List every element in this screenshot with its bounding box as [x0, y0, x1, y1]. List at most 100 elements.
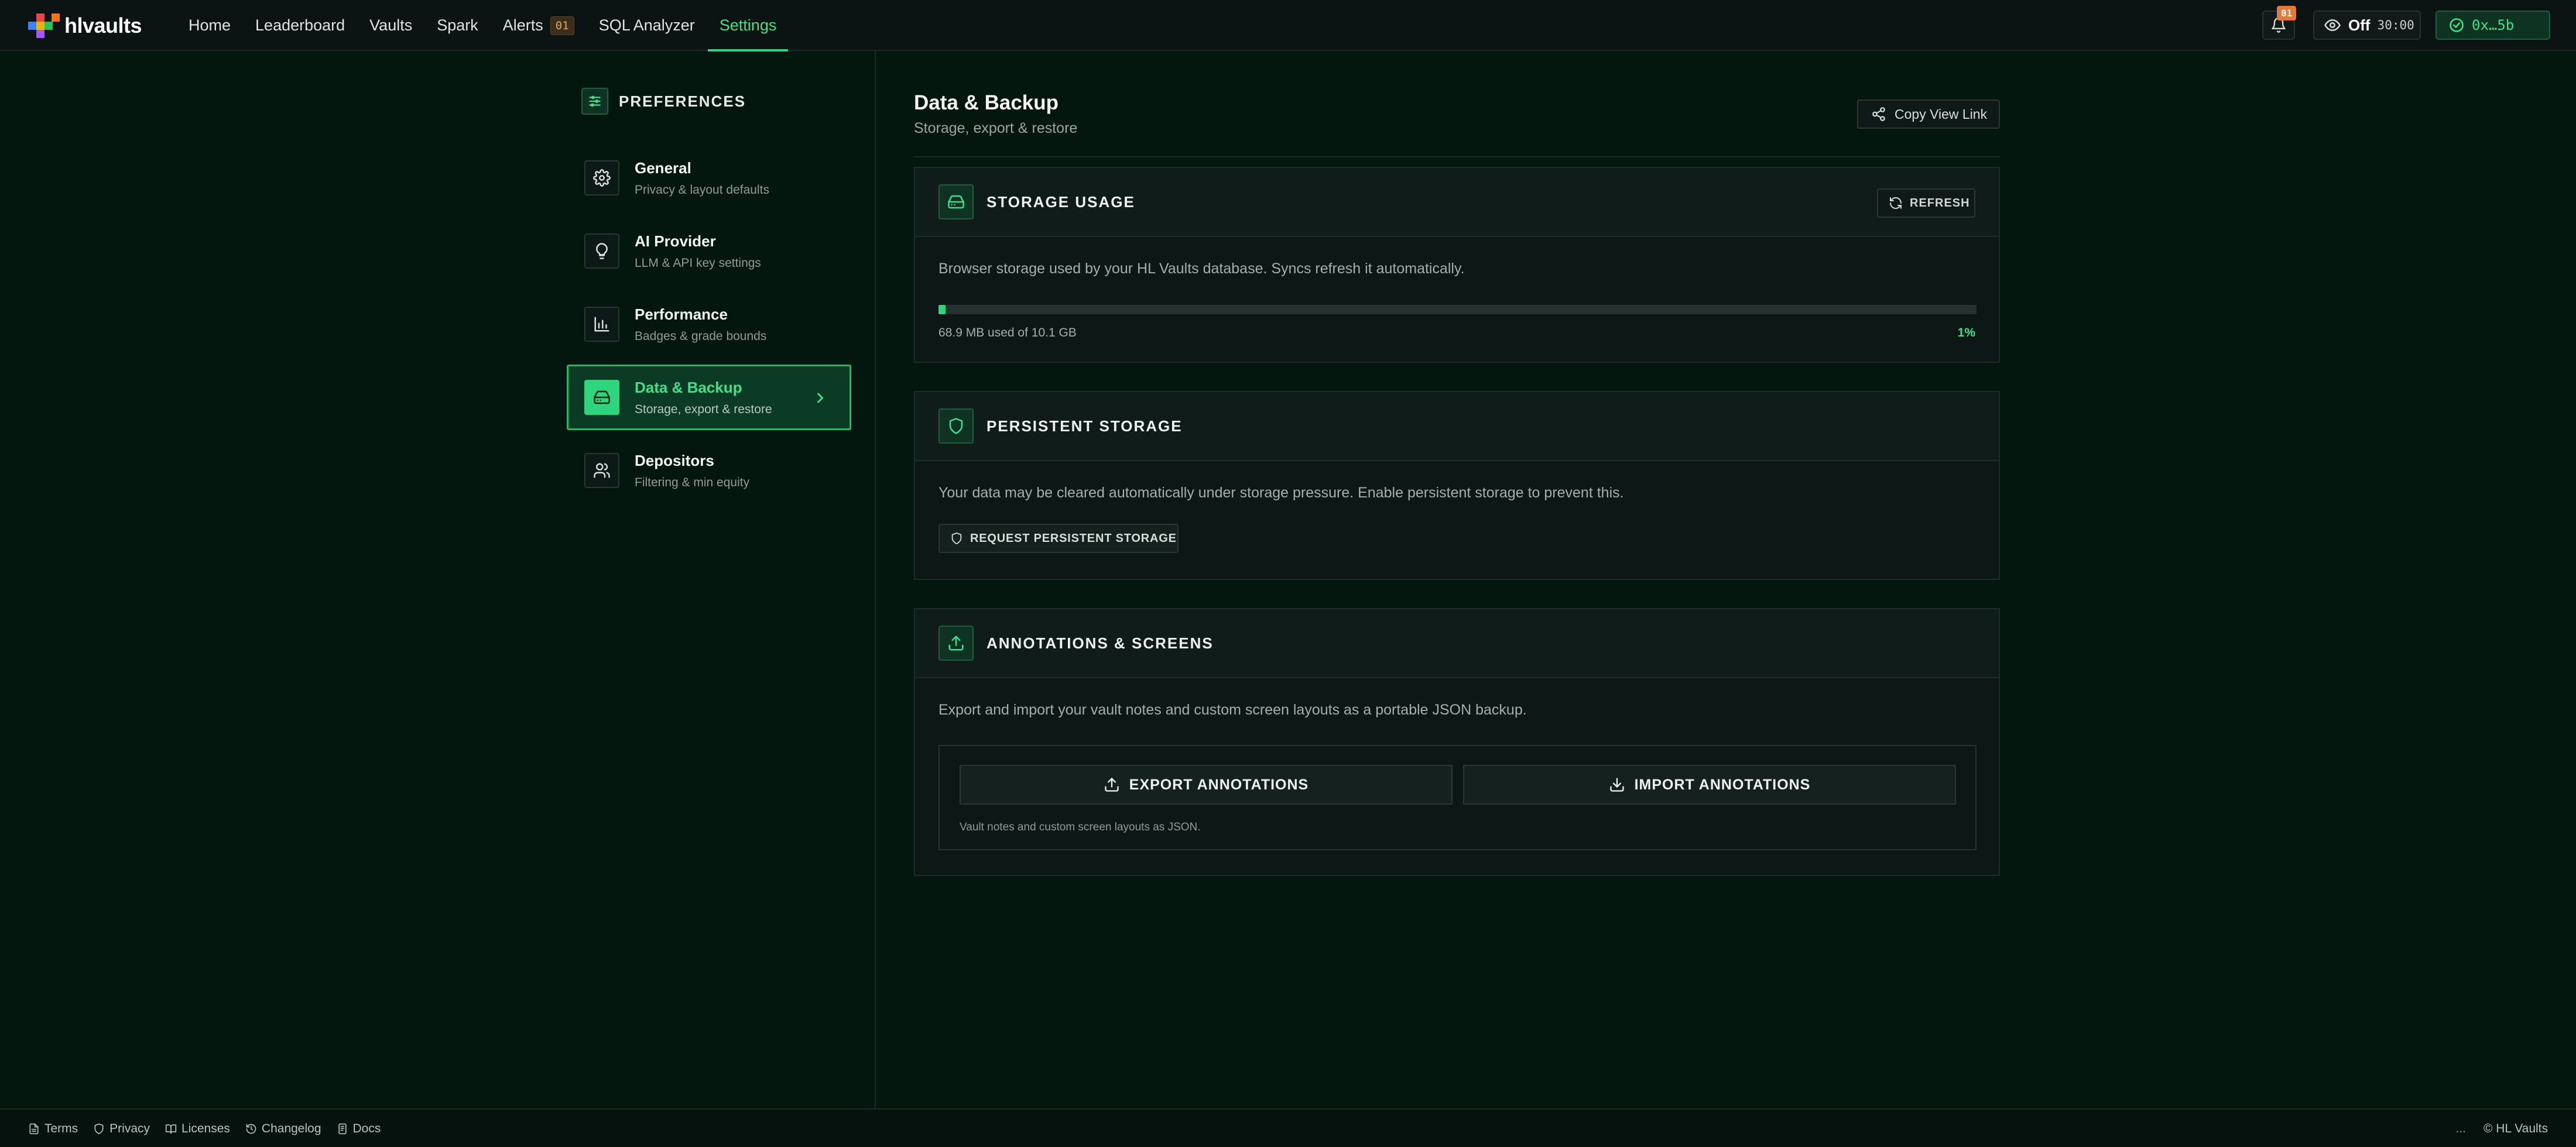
nav-vaults-label: Vaults: [369, 16, 413, 34]
sidebar-item-title: AI Provider: [635, 232, 716, 250]
nav-leaderboard-label: Leaderboard: [255, 16, 345, 34]
export-annotations-button[interactable]: EXPORT ANNOTATIONS: [960, 765, 1453, 805]
sidebar-item-ai-provider[interactable]: AI Provider LLM & API key settings: [567, 218, 851, 284]
annotations-note: Vault notes and custom screen layouts as…: [960, 821, 1201, 833]
request-persistent-storage-button[interactable]: REQUEST PERSISTENT STORAGE: [938, 524, 1179, 553]
upload-icon: [938, 626, 974, 661]
footer-links: Terms Privacy Licenses Changelog Docs: [28, 1110, 396, 1147]
view-mode-toggle[interactable]: Off 30:00: [2313, 11, 2421, 40]
notifications-badge: 01: [2277, 6, 2297, 20]
nav-leaderboard[interactable]: Leaderboard: [255, 0, 345, 51]
card-title: ANNOTATIONS & SCREENS: [986, 634, 1214, 652]
share-icon: [1872, 107, 1885, 121]
wallet-button[interactable]: 0x…5b: [2435, 11, 2550, 40]
annotations-card: ANNOTATIONS & SCREENS Export and import …: [914, 608, 2000, 876]
sidebar-item-subtitle: Storage, export & restore: [635, 402, 772, 416]
card-header: PERSISTENT STORAGE: [915, 392, 1999, 461]
upload-icon: [1105, 778, 1119, 792]
footer-link-label: Privacy: [109, 1122, 150, 1135]
nav-home[interactable]: Home: [189, 0, 231, 51]
card-title: STORAGE USAGE: [986, 193, 1135, 211]
sidebar-item-subtitle: Filtering & min equity: [635, 475, 750, 489]
shield-icon: [938, 408, 974, 444]
footer-link-docs[interactable]: Docs: [337, 1122, 381, 1136]
docs-icon: [338, 1123, 347, 1135]
top-navigation-bar: hlvaults Home Leaderboard Vaults Spark A…: [0, 0, 2576, 51]
nav-settings[interactable]: Settings: [707, 0, 788, 51]
view-mode-status: Off: [2348, 16, 2371, 34]
export-annotations-label: EXPORT ANNOTATIONS: [1129, 776, 1309, 793]
sidebar-item-title: Depositors: [635, 451, 714, 469]
wallet-address: 0x…5b: [2472, 17, 2515, 33]
footer-link-privacy[interactable]: Privacy: [93, 1122, 150, 1136]
copy-view-link-button[interactable]: Copy View Link: [1857, 99, 2000, 129]
hard-drive-icon: [584, 380, 619, 415]
footer-link-terms[interactable]: Terms: [28, 1122, 78, 1136]
bar-chart-icon: [584, 307, 619, 342]
document-icon: [29, 1123, 39, 1135]
footer-link-label: Changelog: [261, 1122, 321, 1135]
persistent-description: Your data may be cleared automatically u…: [938, 485, 1624, 501]
import-annotations-label: IMPORT ANNOTATIONS: [1634, 776, 1811, 793]
sidebar-item-title: Data & Backup: [635, 378, 742, 396]
sidebar-item-subtitle: LLM & API key settings: [635, 256, 761, 270]
annotations-description: Export and import your vault notes and c…: [938, 702, 1527, 718]
footer-right: ... © HL Vaults: [2455, 1110, 2548, 1147]
download-icon: [1609, 778, 1624, 792]
sidebar-item-performance[interactable]: Performance Badges & grade bounds: [567, 291, 851, 357]
refresh-label: REFRESH: [1910, 196, 1970, 210]
storage-description: Browser storage used by your HL Vaults d…: [938, 260, 1465, 277]
preferences-title: PREFERENCES: [619, 92, 746, 110]
shield-icon: [94, 1123, 104, 1135]
app-logo[interactable]: hlvaults: [28, 13, 142, 38]
nav-spark[interactable]: Spark: [437, 0, 478, 51]
footer-link-licenses[interactable]: Licenses: [165, 1122, 230, 1136]
storage-used-text: 68.9 MB used of 10.1 GB: [938, 326, 1077, 339]
logo-mark-icon: [28, 13, 60, 38]
refresh-icon: [1889, 197, 1902, 210]
persistent-storage-card: PERSISTENT STORAGE Your data may be clea…: [914, 391, 2000, 580]
nav-spark-label: Spark: [437, 16, 478, 34]
sidebar-item-general[interactable]: General Privacy & layout defaults: [567, 145, 851, 211]
nav-sql-analyzer[interactable]: SQL Analyzer: [599, 0, 695, 51]
card-header: STORAGE USAGE REFRESH: [915, 168, 1999, 237]
page-subtitle: Storage, export & restore: [914, 120, 1078, 136]
alerts-count-badge: 01: [550, 16, 574, 35]
sidebar-item-title: Performance: [635, 305, 728, 323]
footer-link-label: Docs: [352, 1122, 381, 1135]
card-body: Browser storage used by your HL Vaults d…: [915, 237, 1999, 363]
nav-home-label: Home: [189, 16, 231, 34]
header-divider: [914, 156, 2000, 157]
sidebar-item-depositors[interactable]: Depositors Filtering & min equity: [567, 438, 851, 503]
history-icon: [246, 1124, 256, 1134]
nav-vaults[interactable]: Vaults: [369, 0, 412, 51]
card-header: ANNOTATIONS & SCREENS: [915, 609, 1999, 678]
nav-alerts-label: Alerts: [502, 16, 543, 34]
refresh-button[interactable]: REFRESH: [1877, 188, 1975, 218]
annotations-actions-box: EXPORT ANNOTATIONS IMPORT ANNOTATIONS Va…: [938, 745, 1976, 850]
card-body: Export and import your vault notes and c…: [915, 678, 1999, 876]
footer-link-changelog[interactable]: Changelog: [245, 1122, 321, 1136]
import-annotations-button[interactable]: IMPORT ANNOTATIONS: [1463, 765, 1956, 805]
view-mode-timer: 30:00: [2377, 18, 2414, 32]
main-nav: Home Leaderboard Vaults Spark Alerts 01 …: [189, 0, 801, 51]
storage-percent: 1%: [1957, 326, 1975, 339]
storage-progress-fill: [938, 305, 946, 314]
gear-icon: [584, 160, 619, 195]
check-circle-icon: [2450, 18, 2464, 32]
request-persistent-storage-label: REQUEST PERSISTENT STORAGE: [970, 531, 1177, 545]
book-icon: [165, 1124, 177, 1134]
nav-sql-analyzer-label: SQL Analyzer: [598, 16, 695, 34]
footer-ellipsis: ...: [2455, 1122, 2466, 1135]
footer-copyright: © HL Vaults: [2483, 1122, 2548, 1135]
hard-drive-icon: [938, 184, 974, 219]
app-name: hlvaults: [64, 13, 142, 37]
sidebar-divider: [875, 51, 876, 1109]
card-title: PERSISTENT STORAGE: [986, 417, 1183, 435]
footer-link-label: Licenses: [181, 1122, 230, 1135]
nav-alerts[interactable]: Alerts 01: [503, 0, 574, 51]
sidebar-item-subtitle: Badges & grade bounds: [635, 329, 767, 343]
eye-icon: [2324, 19, 2341, 31]
sidebar-item-data-backup[interactable]: Data & Backup Storage, export & restore: [567, 365, 851, 430]
nav-settings-label: Settings: [719, 16, 777, 34]
